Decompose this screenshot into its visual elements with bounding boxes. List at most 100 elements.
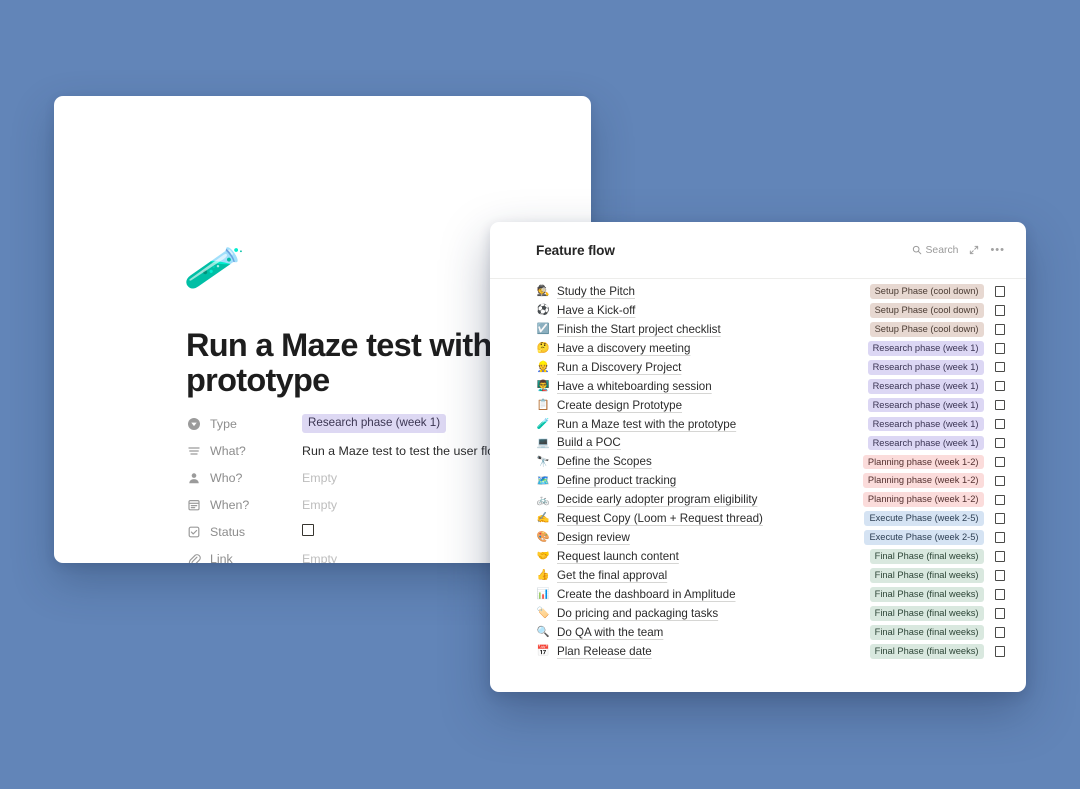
list-item-meta: Final Phase (final weeks) — [869, 643, 1005, 659]
magnifying-glass-emoji: 🔍 — [536, 626, 550, 639]
list-item[interactable]: ⚽ Have a Kick-off Setup Phase (cool down) — [536, 301, 1005, 320]
list-item-checkbox[interactable] — [994, 286, 1005, 297]
list-item-checkbox[interactable] — [994, 646, 1005, 657]
list-item-meta: Setup Phase (cool down) — [869, 303, 1005, 318]
list-item-title[interactable]: Create the dashboard in Amplitude — [557, 588, 736, 601]
page-icon-emoji[interactable]: 🧪 — [182, 239, 246, 299]
list-item-checkbox[interactable] — [994, 361, 1005, 373]
list-item[interactable]: 🗺️ Define product tracking Planning phase … — [536, 471, 1005, 490]
list-item[interactable]: 🔭 Define the Scopes Planning phase (week 1… — [536, 452, 1005, 471]
list-item[interactable]: 🏷️ Do pricing and packaging tasks Final Ph… — [536, 604, 1005, 623]
property-value-status[interactable] — [302, 524, 314, 539]
list-item[interactable]: 🤔 Have a discovery meeting Research phase … — [536, 339, 1005, 358]
property-value-type[interactable]: Research phase (week 1) — [302, 414, 447, 433]
list-item[interactable]: 💻 Build a POC Research phase (week 1) — [536, 434, 1005, 453]
status-badge: Research phase (week 1) — [867, 397, 984, 413]
list-item-title[interactable]: Have a discovery meeting — [557, 342, 690, 355]
list-item-title[interactable]: Finish the Start project checklist — [557, 323, 721, 336]
list-item-title[interactable]: Study the Pitch — [557, 285, 635, 298]
soccer-ball-emoji: ⚽ — [536, 304, 550, 317]
list-item-title[interactable]: Define the Scopes — [557, 455, 652, 468]
list-item[interactable]: 📊 Create the dashboard in Amplitude Final … — [536, 585, 1005, 604]
list-item-checkbox[interactable] — [994, 532, 1005, 543]
list-item-checkbox[interactable] — [994, 475, 1005, 487]
feature-flow-header: Feature flow Search ••• — [490, 222, 1026, 278]
bicycle-emoji: 🚲 — [536, 493, 550, 506]
list-item-meta: Setup Phase (cool down) — [869, 284, 1005, 299]
status-checkbox[interactable] — [302, 524, 314, 536]
list-item-checkbox[interactable] — [994, 627, 1005, 638]
laptop-emoji: 💻 — [536, 436, 550, 449]
status-badge: Final Phase (final weeks) — [869, 568, 984, 583]
list-item[interactable]: 🔍 Do QA with the team Final Phase (final w… — [536, 623, 1005, 642]
status-badge: Execute Phase (week 2-5) — [864, 530, 984, 546]
list-item-title[interactable]: Request Copy (Loom + Request thread) — [557, 512, 763, 525]
property-value-who[interactable]: Empty — [302, 471, 337, 485]
checkbox-icon — [186, 524, 201, 539]
list-item-checkbox[interactable] — [994, 343, 1005, 354]
list-item[interactable]: ✍️ Request Copy (Loom + Request thread) Ex… — [536, 509, 1005, 528]
list-item[interactable]: 🕵️ Study the Pitch Setup Phase (cool down) — [536, 282, 1005, 301]
list-item-title[interactable]: Design review — [557, 531, 630, 544]
list-item-title[interactable]: Decide early adopter program eligibility — [557, 493, 757, 506]
status-badge: Final Phase (final weeks) — [869, 549, 984, 564]
status-badge: Research phase (week 1) — [867, 340, 984, 356]
bar-chart-emoji: 📊 — [536, 588, 550, 601]
list-item-checkbox[interactable] — [994, 456, 1005, 468]
list-item[interactable]: 📅 Plan Release date Final Phase (final wee… — [536, 642, 1005, 661]
list-item-title[interactable]: Define product tracking — [557, 474, 676, 487]
search-label: Search — [925, 244, 959, 256]
list-item-checkbox[interactable] — [994, 437, 1005, 449]
property-name-link: Link — [210, 551, 233, 564]
list-item-checkbox[interactable] — [994, 551, 1005, 562]
search-button[interactable]: Search — [912, 244, 959, 256]
list-item-title[interactable]: Have a whiteboarding session — [557, 380, 712, 393]
list-item-title[interactable]: Do QA with the team — [557, 626, 663, 639]
list-item[interactable]: 👍 Get the final approval Final Phase (fina… — [536, 566, 1005, 585]
status-badge: Execute Phase (week 2-5) — [864, 511, 984, 527]
list-item-title[interactable]: Do pricing and packaging tasks — [557, 607, 718, 620]
list-item-checkbox[interactable] — [994, 589, 1005, 600]
list-item-meta: Planning phase (week 1-2) — [862, 454, 1005, 470]
status-badge: Final Phase (final weeks) — [869, 624, 984, 640]
list-item-checkbox[interactable] — [994, 380, 1005, 392]
list-item-meta: Execute Phase (week 2-5) — [864, 530, 1005, 546]
property-value-link[interactable]: Empty — [302, 552, 337, 564]
property-label-type: Type — [186, 416, 302, 431]
list-item-checkbox[interactable] — [994, 418, 1005, 430]
list-item-title[interactable]: Run a Discovery Project — [557, 361, 681, 374]
property-name-type: Type — [210, 416, 237, 431]
list-item[interactable]: 🧪 Run a Maze test with the prototype Resea… — [536, 415, 1005, 434]
status-badge: Research phase (week 1) — [867, 435, 984, 451]
list-item-checkbox[interactable] — [994, 570, 1005, 581]
list-item-checkbox[interactable] — [994, 608, 1005, 619]
expand-button[interactable] — [969, 245, 979, 255]
list-item-title[interactable]: Have a Kick-off — [557, 304, 635, 317]
list-item-meta: Research phase (week 1) — [867, 340, 1005, 356]
list-item-checkbox[interactable] — [994, 399, 1005, 411]
status-badge: Setup Phase (cool down) — [869, 321, 984, 337]
list-item-checkbox[interactable] — [994, 513, 1005, 524]
list-item-title[interactable]: Request launch content — [557, 550, 679, 563]
list-item[interactable]: 🚲 Decide early adopter program eligibilit… — [536, 490, 1005, 509]
property-value-when[interactable]: Empty — [302, 498, 337, 512]
list-item-title[interactable]: Build a POC — [557, 436, 621, 449]
list-item-title[interactable]: Run a Maze test with the prototype — [557, 418, 736, 431]
list-item[interactable]: 🎨 Design review Execute Phase (week 2-5) — [536, 528, 1005, 547]
list-item[interactable]: 📋 Create design Prototype Research phase (… — [536, 396, 1005, 415]
checkbox-checked-emoji: ☑️ — [536, 323, 550, 336]
list-item-title[interactable]: Plan Release date — [557, 645, 652, 658]
more-options-button[interactable]: ••• — [990, 245, 1005, 256]
list-item-checkbox[interactable] — [994, 305, 1005, 316]
calendar-icon — [186, 497, 201, 512]
list-item[interactable]: 👷 Run a Discovery Project Research phase (… — [536, 358, 1005, 377]
list-item-title[interactable]: Get the final approval — [557, 569, 667, 582]
list-item[interactable]: 🤝 Request launch content Final Phase (fina… — [536, 547, 1005, 566]
list-item[interactable]: ☑️ Finish the Start project checklist Setu… — [536, 320, 1005, 339]
status-badge: Final Phase (final weeks) — [869, 587, 984, 602]
list-item-title[interactable]: Create design Prototype — [557, 399, 682, 412]
list-item-checkbox[interactable] — [994, 324, 1005, 335]
list-item-checkbox[interactable] — [994, 494, 1005, 506]
list-item[interactable]: 👨‍🏫 Have a whiteboarding session Research … — [536, 377, 1005, 396]
status-badge: Research phase (week 1) — [867, 359, 984, 375]
